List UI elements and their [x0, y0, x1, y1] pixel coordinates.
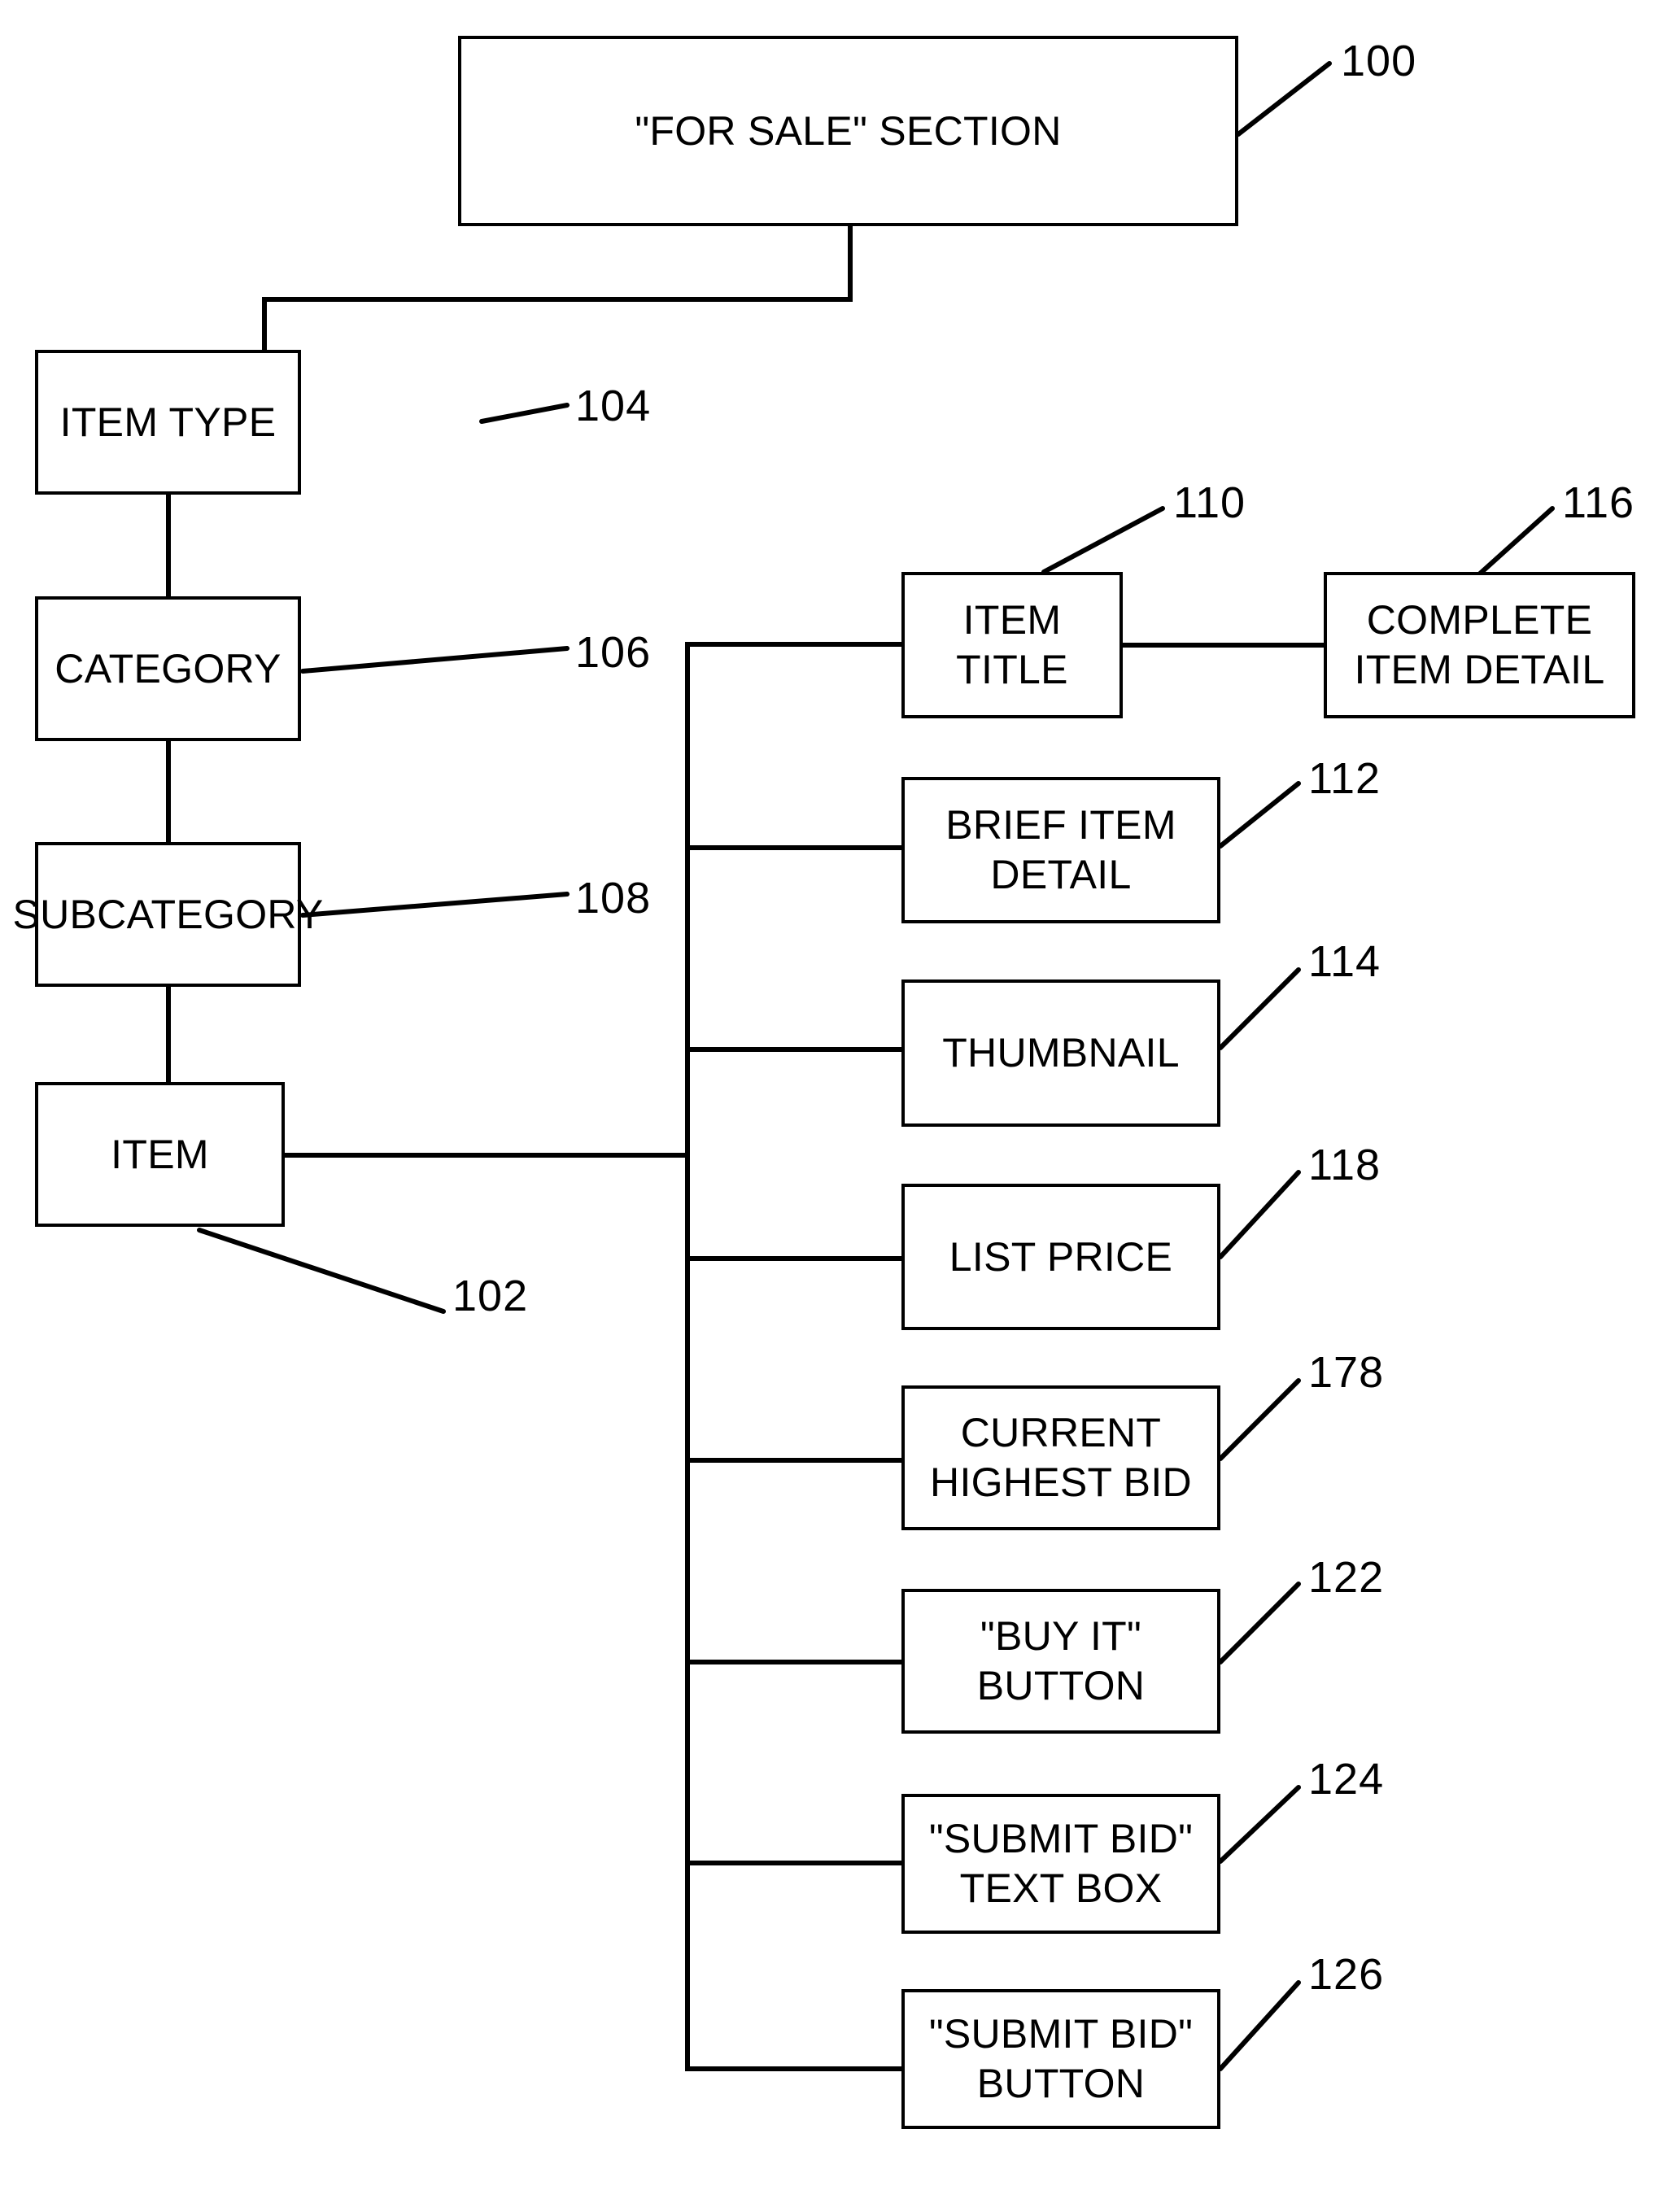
leader-line-178 — [1218, 1378, 1301, 1461]
node-label-current-highest-bid: CURRENT HIGHEST BID — [930, 1410, 1192, 1505]
node-for-sale-section: "FOR SALE" SECTION — [458, 36, 1238, 226]
node-submit-bid-text-box: "SUBMIT BID" TEXT BOX — [901, 1794, 1220, 1934]
node-buy-it-button: "BUY IT" BUTTON — [901, 1589, 1220, 1734]
node-thumbnail: THUMBNAIL — [901, 979, 1220, 1127]
reference-numeral-126: 126 — [1308, 1950, 1385, 1999]
node-item-type: ITEM TYPE — [35, 350, 301, 495]
node-label-submit-bid-text-box: "SUBMIT BID" TEXT BOX — [928, 1816, 1194, 1911]
leader-line-102 — [197, 1228, 446, 1314]
leader-line-116 — [1477, 506, 1555, 577]
node-submit-bid-button: "SUBMIT BID" BUTTON — [901, 1989, 1220, 2129]
node-label-brief-item-detail: BRIEF ITEM DETAIL — [945, 802, 1176, 897]
node-category: CATEGORY — [35, 596, 301, 741]
connector-for-sale-to-item-type — [262, 224, 853, 352]
node-label-item: ITEM — [111, 1131, 209, 1177]
node-brief-item-detail: BRIEF ITEM DETAIL — [901, 777, 1220, 923]
reference-numeral-108: 108 — [575, 874, 652, 923]
leader-line-100 — [1236, 61, 1332, 137]
node-label-buy-it-button: "BUY IT" BUTTON — [976, 1613, 1146, 1708]
leader-line-124 — [1218, 1785, 1301, 1864]
leader-line-114 — [1218, 967, 1301, 1050]
reference-numeral-124: 124 — [1308, 1755, 1385, 1804]
reference-numeral-114: 114 — [1308, 937, 1381, 986]
leader-line-122 — [1218, 1582, 1301, 1664]
node-item: ITEM — [35, 1082, 285, 1227]
leader-line-104 — [479, 403, 570, 424]
reference-numeral-178: 178 — [1308, 1348, 1385, 1397]
reference-numeral-104: 104 — [575, 382, 652, 430]
leader-line-126 — [1218, 1980, 1301, 2071]
node-label-submit-bid-button: "SUBMIT BID" BUTTON — [928, 2011, 1194, 2106]
reference-numeral-118: 118 — [1308, 1141, 1381, 1189]
reference-numeral-102: 102 — [452, 1272, 529, 1320]
node-label-item-title: ITEM TITLE — [956, 597, 1068, 692]
node-label-category: CATEGORY — [55, 645, 282, 692]
leader-line-118 — [1218, 1170, 1301, 1259]
reference-numeral-112: 112 — [1308, 754, 1381, 803]
node-subcategory: SUBCATEGORY — [12, 842, 323, 987]
node-label-list-price: LIST PRICE — [949, 1233, 1173, 1280]
reference-numeral-100: 100 — [1341, 37, 1417, 85]
node-label-thumbnail: THUMBNAIL — [942, 1030, 1180, 1075]
node-label-for-sale-section: "FOR SALE" SECTION — [635, 107, 1062, 154]
leader-line-112 — [1218, 781, 1301, 849]
node-label-item-type: ITEM TYPE — [59, 399, 277, 445]
leader-line-106 — [300, 646, 570, 674]
node-label-subcategory: SUBCATEGORY — [12, 891, 324, 937]
node-label-complete-item-detail: COMPLETE ITEM DETAIL — [1354, 597, 1605, 692]
node-complete-item-detail: COMPLETE ITEM DETAIL — [1324, 572, 1635, 718]
node-item-title: ITEM TITLE — [901, 572, 1123, 718]
figure-canvas: "FOR SALE" SECTION ITEM TYPE CATEGORY SUBCA… — [0, 0, 1676, 2212]
leader-line-108 — [300, 892, 570, 918]
node-current-highest-bid: CURRENT HIGHEST BID — [901, 1385, 1220, 1530]
node-list-price: LIST PRICE — [901, 1184, 1220, 1330]
reference-numeral-116: 116 — [1562, 478, 1635, 527]
reference-numeral-106: 106 — [575, 628, 652, 677]
reference-numeral-122: 122 — [1308, 1553, 1385, 1602]
leader-line-110 — [1041, 506, 1165, 574]
reference-numeral-110: 110 — [1173, 478, 1246, 527]
